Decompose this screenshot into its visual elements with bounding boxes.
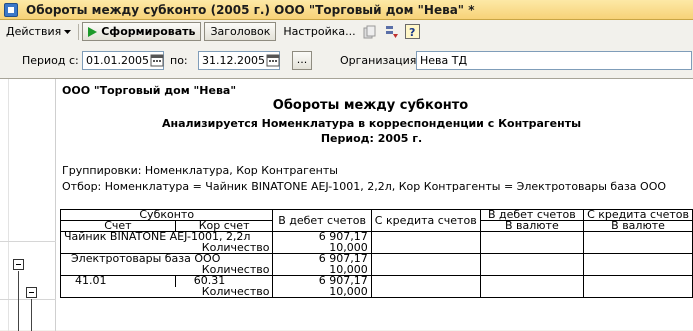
header-kor-account: Кор счет bbox=[174, 220, 274, 232]
period-select-button[interactable]: ... bbox=[292, 51, 312, 70]
window-title: Обороты между субконто (2005 г.) ООО "То… bbox=[26, 2, 475, 17]
row-qty: 10,000 bbox=[272, 242, 372, 254]
table-row: Электротовары база ООО 6 907,17 bbox=[59, 253, 693, 265]
header-credit-currency: В валюте bbox=[583, 220, 693, 232]
collapse-icon[interactable] bbox=[26, 287, 37, 298]
settings-button-label: Настройка... bbox=[283, 25, 356, 38]
header-account: Счет bbox=[60, 220, 176, 232]
report-grouping: Группировки: Номенклатура, Кор Контраген… bbox=[62, 164, 338, 177]
calendar-icon[interactable] bbox=[150, 53, 164, 67]
row-qty: 10,000 bbox=[272, 264, 372, 276]
settings-button[interactable]: Настройка... bbox=[279, 22, 359, 41]
report-area: ООО "Торговый дом "Нева" Обороты между с… bbox=[0, 78, 693, 331]
calendar-icon[interactable] bbox=[266, 53, 280, 67]
header-credit: С кредита счетов bbox=[370, 209, 481, 232]
header-debit-currency: В валюте bbox=[479, 220, 585, 232]
period-to-label: по: bbox=[170, 54, 188, 67]
chevron-down-icon bbox=[64, 29, 72, 34]
header-button-label: Заголовок bbox=[210, 25, 271, 38]
header-credit-currency-group: С кредита счетов bbox=[583, 209, 693, 221]
report-subtitle: Анализируется Номенклатура в корреспонде… bbox=[161, 117, 582, 130]
table-row: 41.01 60.31 6 907,17 bbox=[60, 275, 693, 287]
app-icon bbox=[4, 2, 18, 17]
table-row: Чайник BINATONE AEJ-1001, 2,2л 6 907,17 bbox=[59, 231, 693, 243]
actions-menu-label: Действия bbox=[6, 25, 62, 38]
period-to-value: 31.12.2005 bbox=[202, 54, 265, 67]
report-table: Субконто В дебет счетов С кредита счетов… bbox=[59, 209, 693, 298]
report-organization: ООО "Торговый дом "Нева" bbox=[62, 84, 237, 97]
table-row: Количество 10,000 bbox=[59, 264, 693, 276]
row-name: Чайник BINATONE AEJ-1001, 2,2л bbox=[59, 231, 274, 243]
header-button[interactable]: Заголовок bbox=[204, 22, 277, 41]
row-debit: 6 907,17 bbox=[272, 231, 372, 243]
play-icon bbox=[88, 26, 98, 37]
row-account: 41.01 bbox=[60, 275, 176, 287]
row-qty: 10,000 bbox=[272, 286, 372, 298]
organization-value: Нева ТД bbox=[420, 54, 468, 67]
toolbar: Действия Сформировать Заголовок Настройк… bbox=[0, 21, 693, 42]
row-qty-label: Количество bbox=[59, 242, 274, 254]
generate-button-label: Сформировать bbox=[101, 25, 196, 38]
report-period: Период: 2005 г. bbox=[320, 132, 423, 145]
move-down-icon[interactable] bbox=[383, 23, 400, 40]
table-row: Количество 10,000 bbox=[59, 242, 693, 254]
copy-icon[interactable] bbox=[362, 23, 379, 40]
table-header-row: Субконто В дебет счетов С кредита счетов… bbox=[59, 209, 693, 232]
row-debit: 6 907,17 bbox=[272, 275, 372, 287]
row-name: Электротовары база ООО bbox=[59, 253, 274, 265]
row-qty-label: Количество bbox=[59, 264, 274, 276]
help-icon[interactable]: ? bbox=[404, 23, 421, 40]
actions-menu[interactable]: Действия bbox=[2, 22, 75, 41]
toolbar-divider bbox=[78, 23, 80, 40]
report-title: Обороты между субконто bbox=[272, 98, 469, 113]
generate-button[interactable]: Сформировать bbox=[82, 22, 202, 41]
row-qty-label: Количество bbox=[59, 286, 274, 298]
header-debit-currency-group: В дебет счетов bbox=[479, 209, 585, 221]
period-from-label: Период с: bbox=[22, 54, 79, 67]
row-debit: 6 907,17 bbox=[272, 253, 372, 265]
svg-text:?: ? bbox=[409, 26, 415, 39]
header-debit: В дебет счетов bbox=[272, 209, 372, 232]
report-filter: Отбор: Номенклатура = Чайник BINATONE AE… bbox=[62, 180, 667, 193]
organization-input[interactable]: Нева ТД bbox=[416, 51, 692, 70]
table-row: Количество 10,000 bbox=[59, 286, 693, 298]
collapse-icon[interactable] bbox=[13, 259, 24, 270]
row-kor-account: 60.31 bbox=[174, 275, 274, 287]
period-from-value: 01.01.2005 bbox=[86, 54, 149, 67]
period-bar: Период с: 01.01.2005 по: 31.12.2005 ... … bbox=[0, 50, 693, 74]
organization-label: Организация: bbox=[340, 54, 421, 67]
window-titlebar: Обороты между субконто (2005 г.) ООО "То… bbox=[0, 0, 693, 20]
header-subkonto: Субконто bbox=[59, 209, 274, 221]
